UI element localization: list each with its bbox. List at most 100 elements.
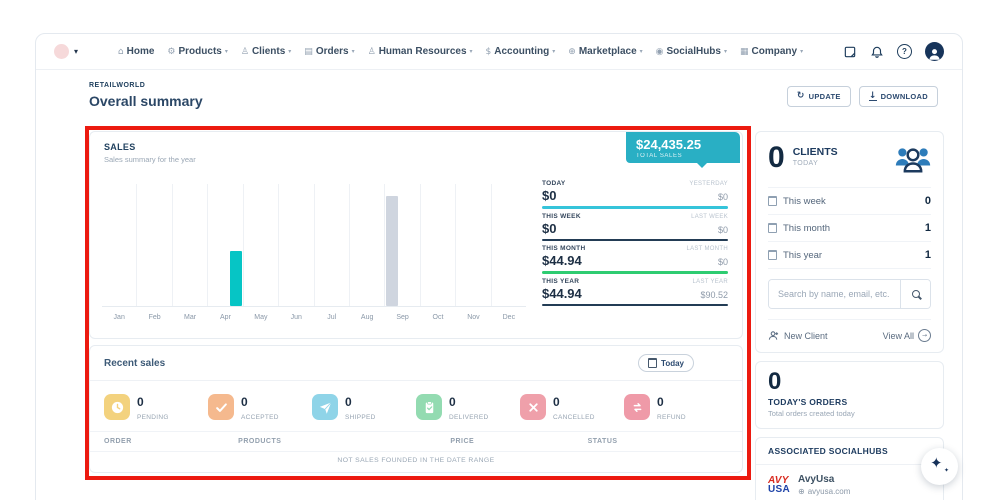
update-label: UPDATE: [809, 92, 841, 101]
client-search-input[interactable]: [769, 280, 900, 308]
stat-row-this-week: THIS WEEKLAST WEEK $0$0: [542, 213, 728, 242]
home-icon: ⌂: [118, 47, 124, 57]
chart-month-slot: Apr: [207, 184, 242, 306]
nav-item-products[interactable]: ⚙Products▾: [167, 46, 227, 57]
calendar-icon: [648, 358, 657, 368]
nav-item-human-resources[interactable]: ♙Human Resources▾: [368, 46, 473, 57]
orders-table-header: ORDER PRODUCTS PRICE STATUS: [90, 431, 742, 451]
page-title: Overall summary: [89, 93, 203, 109]
nav-item-socialhubs[interactable]: ◉SocialHubs▾: [656, 46, 727, 57]
status-label: SHIPPED: [345, 414, 376, 421]
view-all-link[interactable]: View All →: [883, 329, 931, 342]
chart-month-slot: Sep: [384, 184, 419, 306]
month-tick: Oct: [433, 314, 444, 321]
clients-group-icon: [895, 144, 931, 179]
row-value: 0: [925, 195, 931, 207]
update-button[interactable]: ↻UPDATE: [787, 86, 851, 107]
page: ▾ ⌂Home▾ ⚙Products▾ ♙Clients▾ ▤Orders▾ ♙…: [0, 0, 1000, 500]
status-label: REFUND: [657, 414, 686, 421]
stat-underline: [542, 239, 728, 242]
nav-item-home[interactable]: ⌂Home▾: [118, 46, 155, 57]
accounting-icon: $: [486, 47, 492, 57]
assistant-fab[interactable]: ✦ ✦: [921, 448, 958, 485]
todays-orders-card: 0 TODAY'S ORDERS Total orders created to…: [755, 361, 944, 429]
nav-item-orders[interactable]: ▤Orders▾: [304, 46, 354, 57]
user-avatar[interactable]: [925, 42, 944, 61]
sales-card: SALES Sales summary for the year $24,435…: [89, 131, 743, 339]
nav-item-company[interactable]: ▦Company▾: [740, 46, 803, 57]
stat-row-this-year: THIS YEARLAST YEAR $44.94$90.52: [542, 278, 728, 307]
chevron-down-icon: ▾: [352, 48, 355, 55]
nav-item-clients[interactable]: ♙Clients▾: [241, 46, 291, 57]
nav-item-accounting[interactable]: $Accounting▾: [486, 46, 556, 57]
globe-icon: ⊕: [798, 487, 805, 496]
socialhubs-icon: ◉: [656, 47, 664, 57]
products-icon: ⚙: [167, 47, 175, 57]
person-add-icon: [768, 330, 779, 341]
socialhub-item[interactable]: AVY USA AvyUsa ⊕avyusa.com: [756, 465, 943, 500]
chart-month-slot: Aug: [349, 184, 384, 306]
today-filter-button[interactable]: Today: [638, 354, 694, 372]
download-button[interactable]: ↓DOWNLOAD: [859, 86, 938, 107]
row-label: This month: [783, 223, 830, 234]
nav-label: Home: [127, 46, 155, 57]
todays-orders-subtitle: Total orders created today: [768, 409, 931, 418]
stat-compare-value: $0: [718, 225, 728, 235]
marketplace-icon: ⊕: [568, 47, 576, 57]
chart-plot: Jan Feb Mar Apr May Jun Jul Aug Sep Oct: [102, 184, 526, 307]
chevron-down-icon: ▾: [724, 48, 727, 55]
chart-month-slot: Feb: [136, 184, 171, 306]
stat-compare-label: YESTERDAY: [689, 181, 728, 187]
month-tick: Apr: [220, 314, 231, 321]
help-icon[interactable]: ?: [897, 44, 912, 59]
empty-table-message: NOT SALES FOUNDED IN THE DATE RANGE: [90, 451, 742, 472]
view-all-label: View All: [883, 331, 914, 341]
status-label: PENDING: [137, 414, 169, 421]
stat-label: THIS WEEK: [542, 213, 581, 220]
shipped-plane-icon: [312, 394, 338, 420]
month-tick: Mar: [184, 314, 196, 321]
nav-label: Human Resources: [379, 46, 467, 57]
chevron-down-icon: ▾: [225, 48, 228, 55]
clients-icon: ♙: [241, 47, 249, 57]
accepted-check-icon: [208, 394, 234, 420]
month-tick: Jan: [114, 314, 125, 321]
chart-month-slot: Jul: [314, 184, 349, 306]
chart-month-slot: May: [243, 184, 278, 306]
status-tile-delivered: 0DELIVERED: [416, 393, 520, 421]
nav-item-marketplace[interactable]: ⊕Marketplace▾: [568, 46, 642, 57]
header-actions: ↻UPDATE ↓DOWNLOAD: [787, 86, 938, 107]
search-icon: [912, 290, 920, 298]
stat-label: THIS YEAR: [542, 278, 579, 285]
sparkle-small-icon: ✦: [944, 467, 949, 474]
status-tile-pending: 0PENDING: [104, 393, 208, 421]
clients-today-count: 0: [768, 144, 785, 172]
stat-underline: [542, 206, 728, 209]
status-count: 0: [345, 395, 352, 409]
search-button[interactable]: [900, 280, 930, 308]
stat-compare-value: $90.52: [700, 290, 728, 300]
calendar-icon: [768, 250, 777, 260]
app-window: ▾ ⌂Home▾ ⚙Products▾ ♙Clients▾ ▤Orders▾ ♙…: [35, 33, 963, 500]
column-header-price: PRICE: [450, 438, 587, 445]
month-tick: Jul: [327, 314, 336, 321]
sparkle-icon: ✦: [930, 456, 943, 471]
socialhub-name: AvyUsa: [798, 474, 850, 485]
workspace-switcher[interactable]: ▾: [54, 44, 78, 59]
new-client-link[interactable]: New Client: [768, 330, 828, 341]
total-sales-badge: $24,435.25 TOTAL SALES: [626, 132, 740, 163]
stat-label: TODAY: [542, 180, 566, 187]
notes-icon[interactable]: [843, 45, 857, 59]
month-tick: Nov: [467, 314, 479, 321]
status-label: DELIVERED: [449, 414, 489, 421]
stat-underline: [542, 304, 728, 307]
calendar-icon: [768, 223, 777, 233]
chart-month-slot: Mar: [172, 184, 207, 306]
socialhub-domain: avyusa.com: [808, 487, 851, 496]
notifications-bell-icon[interactable]: [870, 45, 884, 59]
today-label: Today: [661, 359, 684, 368]
row-label: This year: [783, 250, 822, 261]
status-label: CANCELLED: [553, 414, 595, 421]
cancelled-x-icon: [520, 394, 546, 420]
stat-value: $0: [542, 188, 556, 203]
